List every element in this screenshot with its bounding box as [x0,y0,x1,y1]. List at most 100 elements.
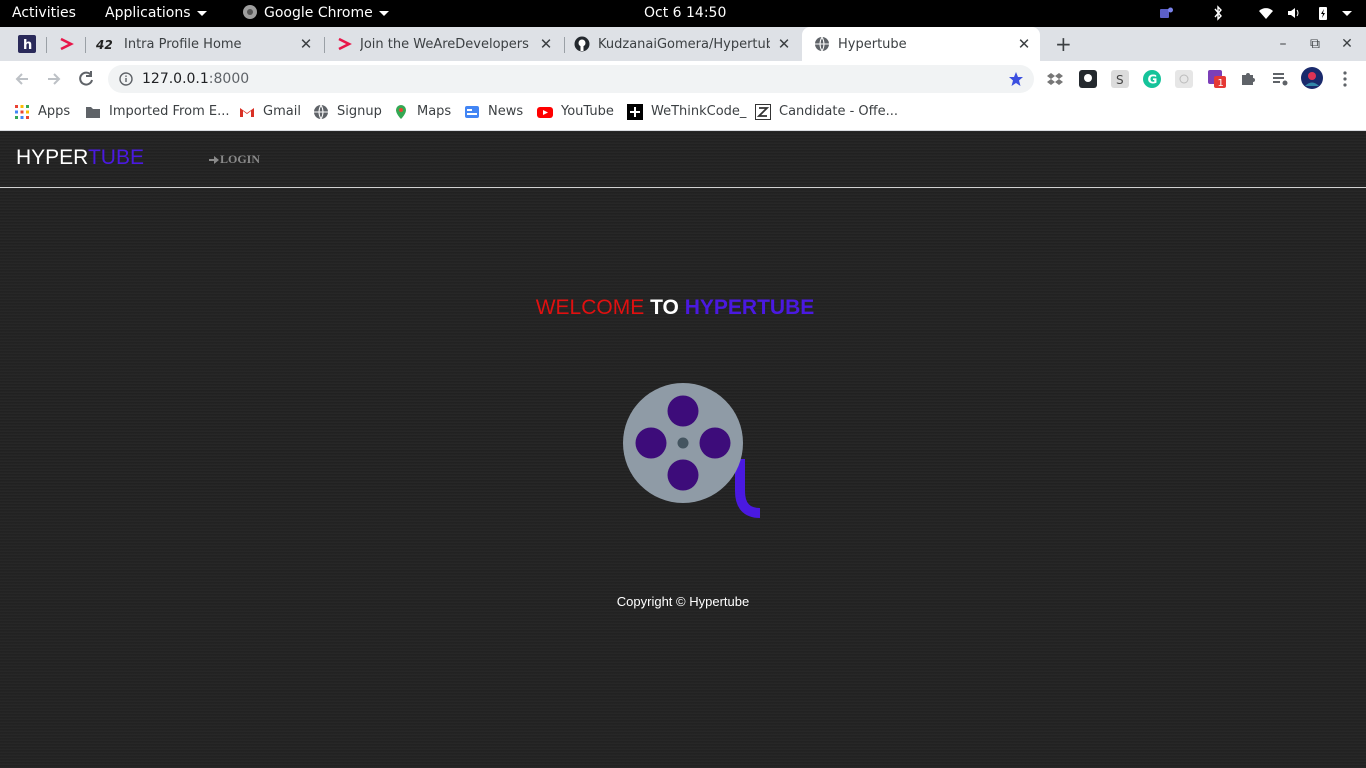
logo-part-hyper: HYPER [16,146,88,169]
grammarly-icon[interactable]: G [1143,70,1161,88]
close-icon[interactable]: ✕ [776,36,792,52]
site-logo[interactable]: HYPERTUBE [16,146,144,170]
news-icon [465,106,479,118]
folder-icon [86,107,100,118]
welcome-word: WELCOME [535,296,645,319]
42-icon: 42 [96,38,113,52]
minimize-button[interactable]: – [1275,36,1291,52]
hypertube-page: HYPERTUBE LOGIN WELCOME TO HYPERTUBE Cop… [0,131,1366,768]
info-icon[interactable] [119,72,133,86]
close-icon[interactable]: ✕ [538,36,554,52]
url-host: 127.0.0.1 [142,71,209,87]
tab-github-hypertube[interactable]: KudzanaiGomera/Hypertube: ✕ [566,27,800,61]
address-bar[interactable]: 127.0.0.1:8000 [108,65,1034,93]
chrome-icon [243,5,257,19]
tab-title: KudzanaiGomera/Hypertube: [598,36,770,52]
tab-title: Hypertube [838,36,907,52]
bookmark-maps[interactable]: Maps [393,97,451,127]
svg-text:1: 1 [1218,78,1224,88]
bookmark-wethinkcode[interactable]: WeThinkCode_ [627,97,746,127]
tab-pinned-wearedevelopers[interactable] [50,27,82,61]
bookmarks-bar: Apps Imported From E... Gmail Signup Map… [0,97,1366,131]
welcome-heading: WELCOME TO HYPERTUBE [0,296,1350,320]
bookmark-candidate[interactable]: Candidate - Offe... [755,97,898,127]
battery-icon[interactable] [1315,5,1331,21]
dropbox-icon[interactable] [1046,70,1064,88]
close-icon[interactable]: ✕ [298,36,314,52]
bookmark-gmail[interactable]: Gmail [239,97,301,127]
wifi-icon[interactable] [1258,5,1274,21]
svg-text:S: S [1116,73,1124,87]
gmail-icon [240,108,254,117]
new-tab-button[interactable]: + [1055,34,1072,54]
apps-grid-icon [15,105,29,119]
app-menu-chrome[interactable]: Google Chrome [242,0,389,27]
reload-icon[interactable] [76,69,96,89]
logo-part-tube: TUBE [87,146,144,169]
bookmark-signup[interactable]: Signup [313,97,382,127]
svg-text:h: h [23,38,32,53]
site-navbar: HYPERTUBE LOGIN [0,131,1366,188]
bookmark-star-icon[interactable] [1008,71,1024,87]
url-text: 127.0.0.1:8000 [142,65,249,93]
login-label: LOGIN [220,152,261,166]
tab-title: Join the WeAreDevelopers Li [360,36,532,52]
puzzle-extensions-icon[interactable] [1239,70,1257,88]
bookmark-label: Maps [417,104,452,119]
welcome-to: TO [650,296,679,319]
activities-button[interactable]: Activities [12,0,76,27]
login-link[interactable]: LOGIN [208,152,260,167]
volume-icon[interactable] [1286,5,1302,21]
media-queue-icon[interactable] [1271,70,1289,88]
chevron-down-icon [196,10,207,16]
forward-arrow-icon[interactable] [44,69,64,89]
close-icon[interactable]: ✕ [1016,36,1032,52]
bookmark-apps[interactable]: Apps [14,97,70,127]
clock[interactable]: Oct 6 14:50 [644,0,726,27]
bookmark-label: Imported From E... [109,104,230,119]
wethinkcode-icon [627,104,643,120]
bluetooth-icon[interactable] [1210,5,1226,21]
bookmark-label: News [488,104,524,119]
tab-hypertube-active[interactable]: Hypertube ✕ [802,27,1040,61]
back-arrow-icon[interactable] [12,69,32,89]
tab-title: Intra Profile Home [124,36,242,52]
avatar[interactable] [1301,67,1323,89]
teams-icon[interactable] [1158,5,1174,21]
svg-text:G: G [1148,73,1158,87]
bookmark-news[interactable]: News [464,97,523,127]
restore-button[interactable]: ⧉ [1307,36,1323,52]
notification-extension-icon[interactable]: 1 [1208,70,1226,88]
bookmark-label: WeThinkCode_ [651,104,747,119]
globe-icon [815,36,829,52]
bookmark-label: Gmail [263,104,301,119]
browser-toolbar: 127.0.0.1:8000 S G 1 [0,61,1366,97]
applications-label: Applications [105,5,191,21]
window-close-button[interactable]: ✕ [1339,36,1355,52]
zeta-icon [755,104,771,120]
app-name: Google Chrome [264,5,373,21]
applications-menu[interactable]: Applications [105,0,207,27]
tab-wearedevelopers[interactable]: Join the WeAreDevelopers Li ✕ [328,27,562,61]
github-icon [574,36,590,52]
bookmark-label: Apps [38,104,71,119]
chevron-down-icon [378,10,389,16]
youtube-icon [537,107,553,118]
extension-grid-icon[interactable] [1175,70,1193,88]
bookmark-label: YouTube [561,104,614,119]
bookmark-imported-folder[interactable]: Imported From E... [85,97,229,127]
github-extension-icon[interactable] [1079,70,1097,88]
system-top-bar: Activities Applications Google Chrome Oc… [0,0,1366,27]
kebab-menu-icon[interactable] [1336,70,1354,88]
tab-pinned-h[interactable]: h [12,27,42,61]
svg-text:42: 42 [96,38,113,52]
wearedevelopers-icon [60,37,74,51]
bookmark-youtube[interactable]: YouTube [537,97,614,127]
tab-intra-profile[interactable]: 42 Intra Profile Home ✕ [88,27,322,61]
s-extension-icon[interactable]: S [1111,70,1129,88]
power-menu-chevron-icon[interactable] [1339,5,1355,21]
url-port: :8000 [208,71,250,87]
welcome-brand: HYPERTUBE [684,296,815,319]
footer-copyright: Copyright © Hypertube [616,594,750,609]
maps-icon [396,105,406,119]
